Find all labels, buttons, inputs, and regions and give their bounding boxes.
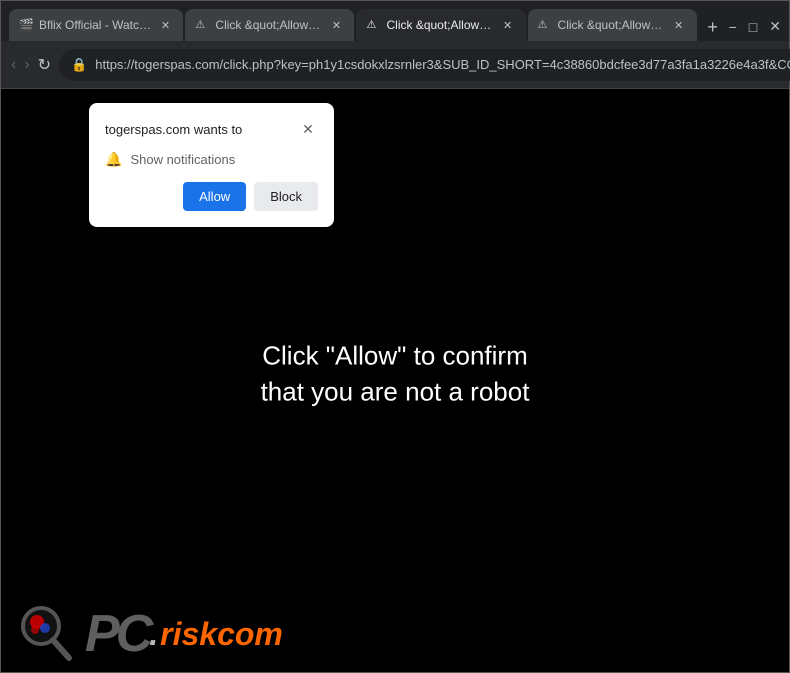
magnifier-icon (17, 604, 77, 664)
minimize-button[interactable]: − (729, 19, 737, 35)
risk-text: risk (160, 616, 217, 653)
dialog-header: togerspas.com wants to ✕ (105, 119, 318, 139)
tab-3[interactable]: ⚠ Click &quot;Allow&qu... ✕ (356, 9, 525, 41)
back-icon: ‹ (11, 56, 16, 74)
tab-2-favicon: ⚠ (195, 18, 209, 32)
forward-icon: › (24, 56, 29, 74)
tab-bar: 🎬 Bflix Official - Watch M... ✕ ⚠ Click … (1, 1, 789, 41)
forward-button[interactable]: › (24, 51, 29, 79)
tab-4-favicon: ⚠ (538, 18, 552, 32)
new-tab-button[interactable]: + (699, 13, 727, 41)
permission-text: Show notifications (130, 152, 235, 167)
tab-3-close[interactable]: ✕ (500, 17, 516, 33)
tab-1-title: Bflix Official - Watch M... (39, 18, 151, 32)
dialog-close-button[interactable]: ✕ (298, 119, 318, 139)
tab-2[interactable]: ⚠ Click &quot;Allow&qu... ✕ (185, 9, 354, 41)
close-button[interactable]: ✕ (769, 18, 781, 35)
url-text: https://togerspas.com/click.php?key=ph1y… (95, 57, 790, 72)
tab-3-favicon: ⚠ (366, 18, 380, 32)
main-page-text: Click "Allow" to confirm that you are no… (261, 337, 530, 410)
pcrisk-logo: PC . risk com (85, 604, 283, 664)
tab-4-title: Click &quot;Allow&qu... (558, 18, 665, 32)
url-bar[interactable]: 🔒 https://togerspas.com/click.php?key=ph… (59, 49, 790, 81)
lock-icon: 🔒 (71, 57, 87, 73)
dot-text: . (149, 616, 158, 653)
browser-window: 🎬 Bflix Official - Watch M... ✕ ⚠ Click … (0, 0, 790, 673)
block-button[interactable]: Block (254, 182, 318, 211)
dialog-title: togerspas.com wants to (105, 122, 242, 137)
page-content: togerspas.com wants to ✕ 🔔 Show notifica… (1, 89, 789, 672)
permission-row: 🔔 Show notifications (105, 151, 318, 168)
main-text-line2: that you are not a robot (261, 373, 530, 409)
allow-button[interactable]: Allow (183, 182, 246, 211)
refresh-button[interactable]: ↻ (38, 51, 51, 79)
bell-icon: 🔔 (105, 151, 122, 168)
notification-dialog: togerspas.com wants to ✕ 🔔 Show notifica… (89, 103, 334, 227)
address-bar: ‹ › ↻ 🔒 https://togerspas.com/click.php?… (1, 41, 789, 89)
main-text-line1: Click "Allow" to confirm (261, 337, 530, 373)
pcrisk-watermark: PC . risk com (1, 596, 299, 672)
maximize-button[interactable]: □ (749, 19, 757, 35)
tab-4-close[interactable]: ✕ (671, 17, 687, 33)
tab-2-close[interactable]: ✕ (328, 17, 344, 33)
pc-text: PC (85, 604, 149, 664)
tab-1-favicon: 🎬 (19, 18, 33, 32)
tab-2-title: Click &quot;Allow&qu... (215, 18, 322, 32)
window-controls: − □ ✕ (729, 18, 781, 41)
tab-4[interactable]: ⚠ Click &quot;Allow&qu... ✕ (528, 9, 697, 41)
tab-1-close[interactable]: ✕ (157, 17, 173, 33)
tab-1[interactable]: 🎬 Bflix Official - Watch M... ✕ (9, 9, 183, 41)
dialog-buttons: Allow Block (105, 182, 318, 211)
tab-3-title: Click &quot;Allow&qu... (386, 18, 493, 32)
back-button[interactable]: ‹ (11, 51, 16, 79)
refresh-icon: ↻ (38, 55, 51, 75)
com-text: com (217, 616, 283, 653)
